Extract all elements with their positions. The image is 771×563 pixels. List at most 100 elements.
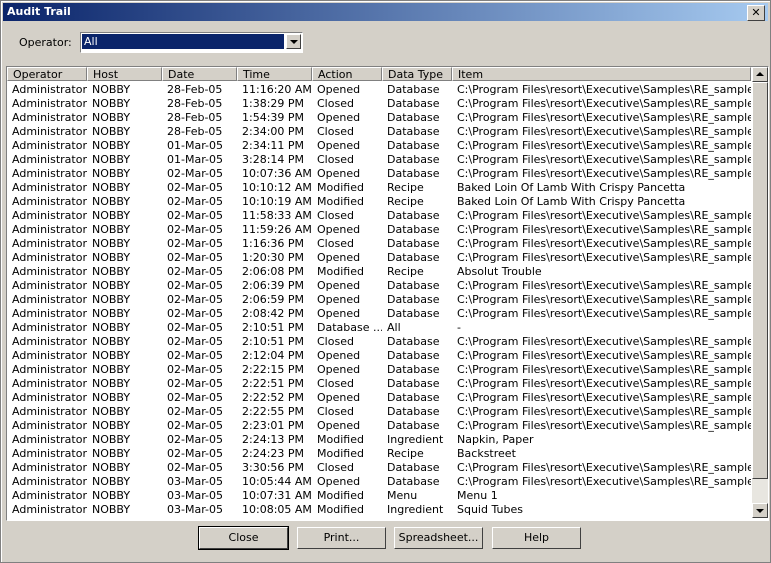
col-action: Opened [317, 475, 361, 488]
col-date: 02-Mar-05 [167, 195, 223, 208]
col-data-type: Database [387, 335, 440, 348]
col-operator: Administrator [12, 419, 87, 432]
col-date: 02-Mar-05 [167, 293, 223, 306]
col-date: 02-Mar-05 [167, 335, 223, 348]
table-row[interactable]: Administrator NOBBY 28-Feb-05 11:16:20 AM Op… [7, 83, 751, 97]
table-row[interactable]: Administrator NOBBY 02-Mar-05 2:24:13 PM Mod… [7, 433, 751, 447]
table-row[interactable]: Administrator NOBBY 02-Mar-05 10:07:36 AM Op… [7, 167, 751, 181]
table-row[interactable]: Administrator NOBBY 02-Mar-05 1:20:30 PM Ope… [7, 251, 751, 265]
col-item: C:\Program Files\resort\Executive\Sample… [457, 167, 751, 180]
table-row[interactable]: Administrator NOBBY 02-Mar-05 11:59:26 AM Op… [7, 223, 751, 237]
col-item: Absolut Trouble [457, 265, 542, 278]
col-host: NOBBY [92, 209, 131, 222]
col-operator: Administrator [12, 391, 87, 404]
col-action: Opened [317, 167, 361, 180]
table-row[interactable]: Administrator NOBBY 02-Mar-05 10:10:12 AM Mo… [7, 181, 751, 195]
scrollbar-thumb[interactable] [752, 82, 768, 479]
table-row[interactable]: Administrator NOBBY 02-Mar-05 2:12:04 PM Ope… [7, 349, 751, 363]
table-row[interactable]: Administrator NOBBY 28-Feb-05 2:34:00 PM Clo… [7, 125, 751, 139]
col-item: C:\Program Files\resort\Executive\Sample… [457, 279, 751, 292]
col-data-type: All [387, 321, 401, 334]
header-data-type[interactable]: Data Type [382, 67, 452, 81]
table-row[interactable]: Administrator NOBBY 02-Mar-05 2:08:42 PM Ope… [7, 307, 751, 321]
col-item: C:\Program Files\resort\Executive\Sample… [457, 405, 751, 418]
col-data-type: Database [387, 139, 440, 152]
header-action[interactable]: Action [312, 67, 382, 81]
table-row[interactable]: Administrator NOBBY 03-Mar-05 10:05:44 AM Op… [7, 475, 751, 489]
col-date: 01-Mar-05 [167, 153, 223, 166]
table-row[interactable]: Administrator NOBBY 02-Mar-05 2:06:59 PM Ope… [7, 293, 751, 307]
col-action: Opened [317, 419, 361, 432]
table-row[interactable]: Administrator NOBBY 02-Mar-05 2:06:08 PM Mod… [7, 265, 751, 279]
col-time: 2:12:04 PM [242, 349, 305, 362]
close-icon[interactable]: ✕ [747, 5, 765, 21]
col-host: NOBBY [92, 195, 131, 208]
table-row[interactable]: Administrator NOBBY 02-Mar-05 2:22:52 PM Ope… [7, 391, 751, 405]
col-action: Opened [317, 349, 361, 362]
close-button[interactable]: Close [198, 526, 289, 550]
table-row[interactable]: Administrator NOBBY 02-Mar-05 1:16:36 PM Clo… [7, 237, 751, 251]
col-time: 2:34:11 PM [242, 139, 305, 152]
col-host: NOBBY [92, 223, 131, 236]
table-row[interactable]: Administrator NOBBY 01-Mar-05 2:34:11 PM Ope… [7, 139, 751, 153]
col-date: 02-Mar-05 [167, 349, 223, 362]
col-data-type: Database [387, 307, 440, 320]
help-button[interactable]: Help [492, 527, 581, 549]
chevron-down-icon[interactable] [286, 34, 301, 49]
col-host: NOBBY [92, 279, 131, 292]
col-time: 2:22:15 PM [242, 363, 305, 376]
header-host[interactable]: Host [87, 67, 162, 81]
spreadsheet-button[interactable]: Spreadsheet... [394, 527, 483, 549]
col-time: 10:07:36 AM [242, 167, 312, 180]
table-row[interactable]: Administrator NOBBY 02-Mar-05 2:22:55 PM Clo… [7, 405, 751, 419]
table-row[interactable]: Administrator NOBBY 02-Mar-05 2:06:39 PM Ope… [7, 279, 751, 293]
print-button[interactable]: Print... [297, 527, 386, 549]
col-time: 11:16:20 AM [242, 83, 312, 96]
col-operator: Administrator [12, 503, 87, 516]
col-time: 1:16:36 PM [242, 237, 305, 250]
audit-list[interactable]: Operator Host Date Time Action Data Type Item … [6, 66, 769, 521]
table-row[interactable]: Administrator NOBBY 02-Mar-05 3:30:56 PM Clo… [7, 461, 751, 475]
col-date: 02-Mar-05 [167, 419, 223, 432]
col-date: 02-Mar-05 [167, 167, 223, 180]
col-host: NOBBY [92, 111, 131, 124]
table-row[interactable]: Administrator NOBBY 03-Mar-05 10:07:31 AM Mo… [7, 489, 751, 503]
table-row[interactable]: Administrator NOBBY 02-Mar-05 10:10:19 AM Mo… [7, 195, 751, 209]
vertical-scrollbar[interactable] [752, 67, 768, 518]
col-time: 2:06:08 PM [242, 265, 305, 278]
col-item: C:\Program Files\resort\Executive\Sample… [457, 419, 751, 432]
title-bar[interactable]: Audit Trail ✕ [3, 3, 768, 21]
col-date: 02-Mar-05 [167, 181, 223, 194]
col-item: Backstreet [457, 447, 516, 460]
table-row[interactable]: Administrator NOBBY 03-Mar-05 10:08:05 AM Mo… [7, 503, 751, 517]
table-row[interactable]: Administrator NOBBY 02-Mar-05 2:10:51 PM Clo… [7, 335, 751, 349]
table-row[interactable]: Administrator NOBBY 02-Mar-05 2:23:01 PM Ope… [7, 419, 751, 433]
col-item: C:\Program Files\resort\Executive\Sample… [457, 293, 751, 306]
table-row[interactable]: Administrator NOBBY 28-Feb-05 1:38:29 PM Clo… [7, 97, 751, 111]
col-host: NOBBY [92, 167, 131, 180]
col-data-type: Database [387, 237, 440, 250]
table-row[interactable]: Administrator NOBBY 01-Mar-05 3:28:14 PM Clo… [7, 153, 751, 167]
col-action: Opened [317, 83, 361, 96]
header-item[interactable]: Item [452, 67, 751, 81]
header-operator[interactable]: Operator [7, 67, 87, 81]
col-item: Squid Tubes [457, 503, 523, 516]
table-row[interactable]: Administrator NOBBY 28-Feb-05 1:54:39 PM Ope… [7, 111, 751, 125]
col-action: Database ... [317, 321, 382, 334]
operator-select[interactable]: All [80, 32, 303, 53]
col-date: 02-Mar-05 [167, 307, 223, 320]
table-row[interactable]: Administrator NOBBY 02-Mar-05 2:24:23 PM Mod… [7, 447, 751, 461]
table-row[interactable]: Administrator NOBBY 02-Mar-05 2:22:15 PM Ope… [7, 363, 751, 377]
scroll-up-icon[interactable] [752, 67, 768, 82]
table-row[interactable]: Administrator NOBBY 02-Mar-05 11:58:33 AM Cl… [7, 209, 751, 223]
header-date[interactable]: Date [162, 67, 237, 81]
header-time[interactable]: Time [237, 67, 312, 81]
col-item: C:\Program Files\resort\Executive\Sample… [457, 223, 751, 236]
col-host: NOBBY [92, 447, 131, 460]
table-row[interactable]: Administrator NOBBY 02-Mar-05 2:10:51 PM Dat… [7, 321, 751, 335]
col-action: Opened [317, 363, 361, 376]
scroll-down-icon[interactable] [752, 503, 768, 518]
table-row[interactable]: Administrator NOBBY 02-Mar-05 2:22:51 PM Clo… [7, 377, 751, 391]
col-date: 02-Mar-05 [167, 461, 223, 474]
col-operator: Administrator [12, 363, 87, 376]
